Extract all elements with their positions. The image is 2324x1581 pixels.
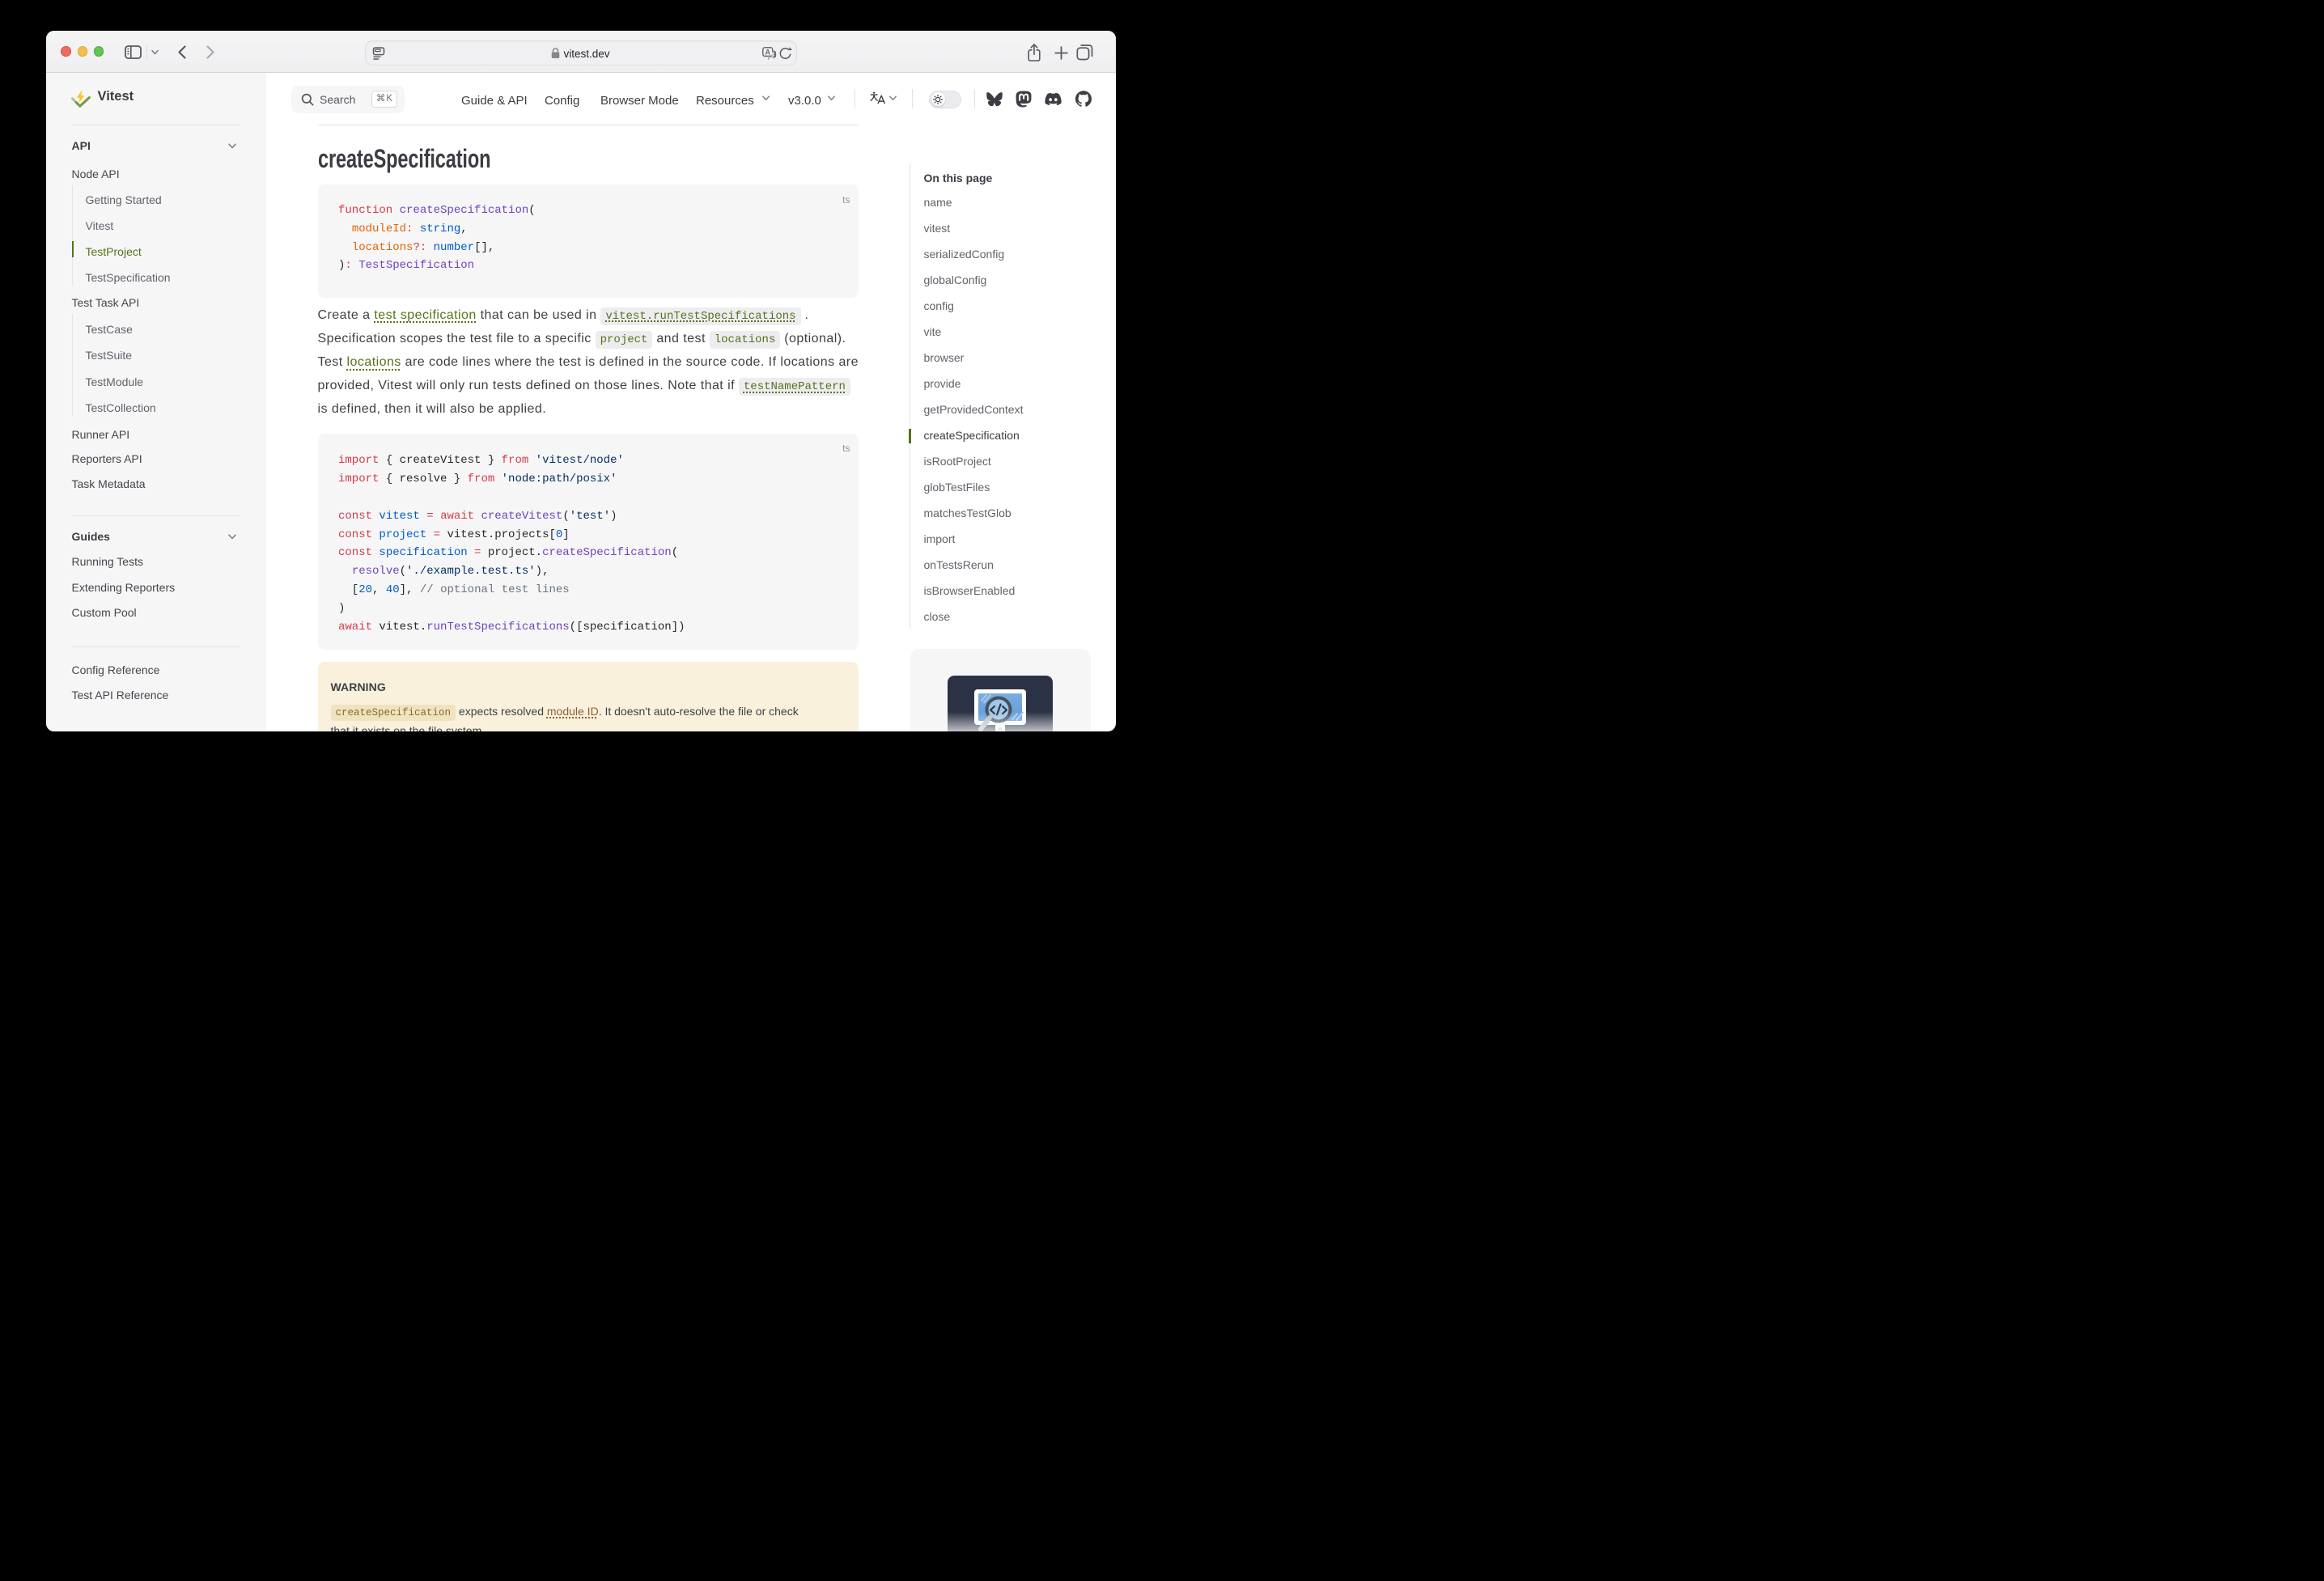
- svg-text:A: A: [765, 48, 770, 56]
